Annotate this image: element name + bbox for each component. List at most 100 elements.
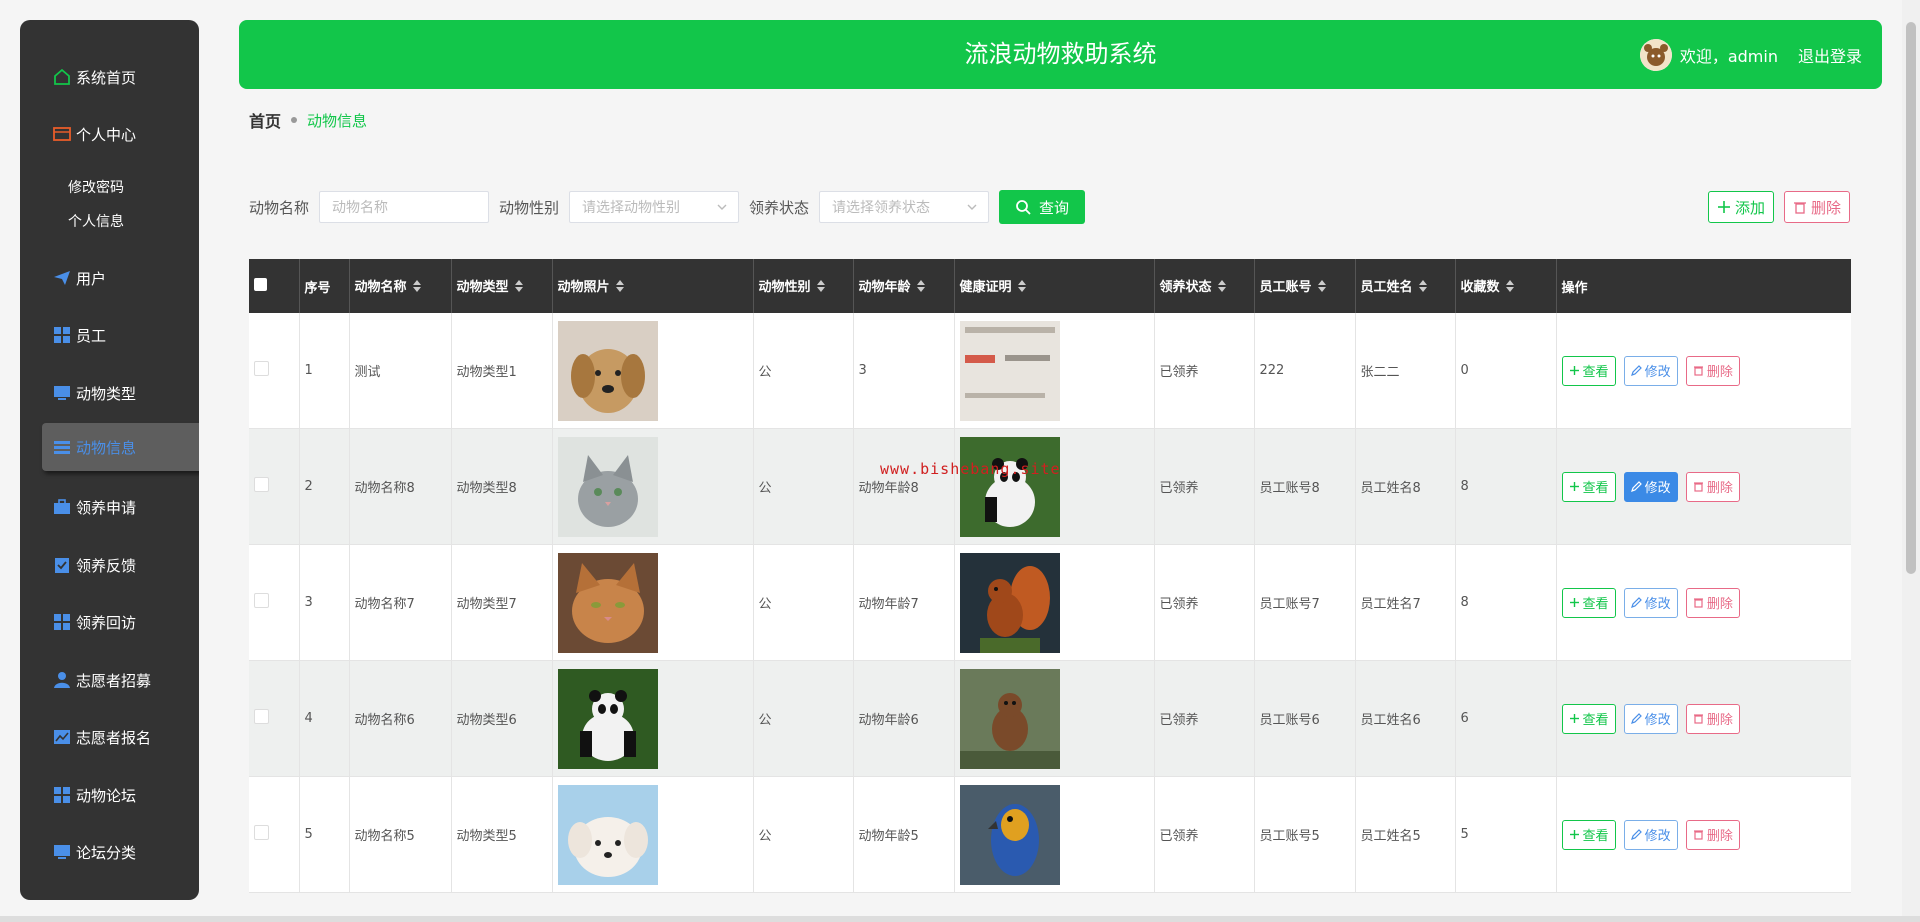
sidebar-item-adoption-feedback[interactable]: 领养反馈 <box>20 550 199 580</box>
sidebar-item-forum-category[interactable]: 论坛分类 <box>20 837 199 867</box>
edit-button[interactable]: 修改 <box>1623 471 1678 502</box>
sort-icon[interactable] <box>1317 279 1326 296</box>
cell-gender: 公 <box>753 313 854 429</box>
sort-icon[interactable] <box>412 279 421 296</box>
view-button[interactable]: 查看 <box>1561 587 1616 618</box>
animal-photo-panda[interactable] <box>557 668 658 769</box>
cell-photo <box>552 776 754 893</box>
sidebar-item-adoption-revisit[interactable]: 领养回访 <box>20 607 199 637</box>
row-checkbox-cell[interactable] <box>249 313 300 429</box>
header-age[interactable]: 动物年龄 <box>853 259 955 313</box>
sort-icon[interactable] <box>514 279 523 296</box>
sidebar-subitem-change-password[interactable]: 修改密码 <box>68 177 124 197</box>
header-favorites[interactable]: 收藏数 <box>1455 259 1557 313</box>
health-cert-squirrel[interactable] <box>959 552 1060 653</box>
edit-button[interactable]: 修改 <box>1623 587 1678 618</box>
view-button[interactable]: 查看 <box>1561 819 1616 850</box>
health-cert-parrot[interactable] <box>959 784 1060 885</box>
breadcrumb-home[interactable]: 首页 <box>249 108 281 132</box>
sidebar-item-label: 个人中心 <box>76 125 137 144</box>
sort-icon[interactable] <box>916 279 925 296</box>
animal-photo-dog[interactable] <box>557 320 658 421</box>
view-button[interactable]: 查看 <box>1561 703 1616 734</box>
sort-icon[interactable] <box>615 279 624 296</box>
header-staff[interactable]: 员工姓名 <box>1355 259 1456 313</box>
header-status[interactable]: 领养状态 <box>1154 259 1255 313</box>
delete-button[interactable]: 删除 <box>1685 355 1740 386</box>
cell-staff: 员工姓名8 <box>1355 428 1456 545</box>
sidebar-item-volunteer-signup[interactable]: 志愿者报名 <box>20 722 199 752</box>
header-cert[interactable]: 健康证明 <box>954 259 1155 313</box>
delete-button[interactable]: 删除 <box>1685 703 1740 734</box>
animal-photo-puppy[interactable] <box>557 784 658 885</box>
cell-no: 2 <box>299 428 350 545</box>
header-account[interactable]: 员工账号 <box>1254 259 1356 313</box>
sort-icon[interactable] <box>1217 279 1226 296</box>
sidebar-item-adoption-apply[interactable]: 领养申请 <box>20 492 199 522</box>
sidebar-item-forum[interactable]: 动物论坛 <box>20 780 199 810</box>
sort-icon[interactable] <box>816 279 825 296</box>
animal-photo-cat[interactable] <box>557 436 658 537</box>
grid-icon <box>52 785 72 805</box>
sidebar-item-volunteer-recruit[interactable]: 志愿者招募 <box>20 665 199 695</box>
sort-icon[interactable] <box>1418 279 1427 296</box>
sidebar-item-label: 志愿者招募 <box>76 671 152 690</box>
cell-status: 已领养 <box>1154 544 1255 661</box>
row-checkbox-cell[interactable] <box>249 544 300 661</box>
cell-favorites: 5 <box>1455 776 1557 893</box>
welcome-text: 欢迎，admin <box>1679 46 1778 66</box>
select-all-checkbox[interactable] <box>254 277 267 291</box>
cell-staff: 张二二 <box>1355 313 1456 429</box>
plus-icon <box>1717 200 1731 214</box>
row-checkbox[interactable] <box>254 825 269 840</box>
sidebar-item-personal[interactable]: 个人中心 <box>20 119 199 149</box>
search-button[interactable]: 查询 <box>999 190 1086 224</box>
edit-button[interactable]: 修改 <box>1623 819 1678 850</box>
cell-gender: 公 <box>753 776 854 893</box>
logout-link[interactable]: 退出登录 <box>1798 43 1862 67</box>
header-type[interactable]: 动物类型 <box>451 259 553 313</box>
row-checkbox[interactable] <box>254 477 269 492</box>
cell-age: 动物年龄8 <box>853 428 955 545</box>
header-name[interactable]: 动物名称 <box>349 259 452 313</box>
view-button[interactable]: 查看 <box>1561 355 1616 386</box>
row-checkbox[interactable] <box>254 361 269 376</box>
sidebar-item-home[interactable]: 系统首页 <box>20 62 199 92</box>
delete-button[interactable]: 删除 <box>1685 471 1740 502</box>
header-photo[interactable]: 动物照片 <box>552 259 754 313</box>
cell-status: 已领养 <box>1154 313 1255 429</box>
sort-icon[interactable] <box>1505 279 1514 296</box>
sidebar-item-staff[interactable]: 员工 <box>20 320 199 350</box>
delete-button[interactable]: 删除 <box>1685 587 1740 618</box>
row-checkbox[interactable] <box>254 709 269 724</box>
edit-button[interactable]: 修改 <box>1623 703 1678 734</box>
animal-gender-select[interactable]: 请选择动物性别 <box>569 191 740 223</box>
row-checkbox[interactable] <box>254 593 269 608</box>
animal-name-input[interactable]: 动物名称 <box>319 191 490 223</box>
row-checkbox-cell[interactable] <box>249 776 300 893</box>
cell-gender: 公 <box>753 544 854 661</box>
add-button[interactable]: 添加 <box>1708 191 1775 223</box>
sort-icon[interactable] <box>1017 279 1026 296</box>
system-title: 流浪动物救助系统 <box>964 40 1157 68</box>
select-all-header[interactable] <box>249 259 300 313</box>
scrollbar-thumb[interactable] <box>1906 22 1916 574</box>
animal-photo-cat-orange[interactable] <box>557 552 658 653</box>
header-gender[interactable]: 动物性别 <box>753 259 854 313</box>
health-cert-document[interactable] <box>959 320 1060 421</box>
page-scrollbar[interactable] <box>1902 0 1920 922</box>
sidebar-item-animal-type[interactable]: 动物类型 <box>20 378 199 408</box>
health-cert-monkey[interactable] <box>959 668 1060 769</box>
sidebar-item-animal-info[interactable]: 动物信息 <box>42 423 199 471</box>
bottom-strip <box>0 916 1920 922</box>
row-checkbox-cell[interactable] <box>249 660 300 777</box>
batch-delete-button[interactable]: 删除 <box>1784 191 1851 223</box>
sidebar-subitem-personal-info[interactable]: 个人信息 <box>68 211 124 231</box>
adoption-status-select[interactable]: 请选择领养状态 <box>819 191 990 223</box>
sidebar-item-users[interactable]: 用户 <box>20 263 199 293</box>
edit-button[interactable]: 修改 <box>1623 355 1678 386</box>
row-checkbox-cell[interactable] <box>249 428 300 545</box>
health-cert-panda[interactable] <box>959 436 1060 537</box>
delete-button[interactable]: 删除 <box>1685 819 1740 850</box>
view-button[interactable]: 查看 <box>1561 471 1616 502</box>
